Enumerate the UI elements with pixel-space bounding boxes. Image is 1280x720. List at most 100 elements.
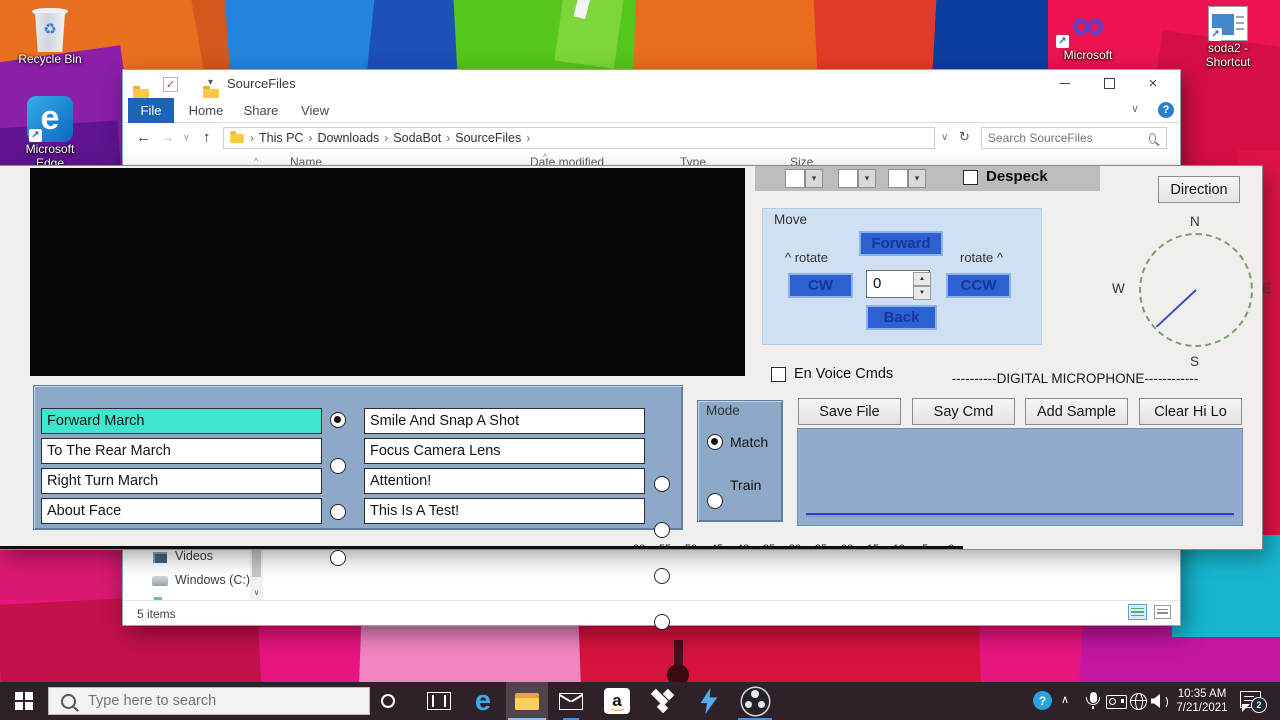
desktop-icon-microsoft[interactable]: ∞ ↗ Microsoft [1044,1,1132,62]
add-sample-button[interactable]: Add Sample [1025,398,1128,425]
action-center-icon[interactable]: 2 [1240,691,1267,713]
scrollbar-thumb[interactable] [252,549,261,577]
combo-chevron-icon[interactable]: ▾ [858,169,876,188]
search-box[interactable] [981,127,1167,149]
tab-share[interactable]: Share [237,98,285,123]
desktop-icon-label: Recycle Bin [18,52,82,66]
breadcrumb-sourcefiles[interactable]: SourceFiles [455,131,521,145]
combo-box[interactable] [838,169,858,188]
command-field[interactable]: Smile And Snap A Shot [364,408,645,434]
command-radio[interactable] [654,522,670,538]
help-icon[interactable]: ? [1158,102,1174,118]
up-icon[interactable]: ↑ [203,129,211,146]
taskbar-obs-icon[interactable] [734,682,776,720]
cw-button[interactable]: CW [788,273,853,298]
taskbar-edge-icon[interactable]: e [462,682,504,720]
taskbar-dropbox-icon[interactable] [642,682,684,720]
search-input[interactable] [982,131,1149,145]
command-field[interactable]: Focus Camera Lens [364,438,645,464]
say-cmd-button[interactable]: Say Cmd [912,398,1015,425]
tray-network-icon[interactable] [1130,693,1147,710]
wallpaper-patch [554,0,626,69]
command-field[interactable]: Forward March [41,408,322,434]
breadcrumb-downloads[interactable]: Downloads [317,131,379,145]
forward-button[interactable]: Forward [859,231,943,256]
maximize-button[interactable] [1087,70,1131,97]
qat-chevron-down-icon[interactable]: ▾ [208,77,213,88]
command-radio[interactable] [654,476,670,492]
taskbar-bolt-icon[interactable] [688,682,730,720]
combo-chevron-icon[interactable]: ▾ [805,169,823,188]
tray-chevron-up-icon[interactable]: ∧ [1061,693,1069,706]
mode-train-radio[interactable] [707,493,723,509]
save-file-button[interactable]: Save File [798,398,901,425]
qat-checkmark-icon[interactable]: ✓ [163,77,178,92]
rotate-spinner[interactable]: 0 ▲ ▼ [866,270,931,300]
tab-view[interactable]: View [293,98,337,123]
scrollbar-down-icon[interactable]: ∨ [250,585,263,599]
forward-icon[interactable]: → [160,129,175,146]
start-button[interactable] [0,682,48,720]
taskbar-search-input[interactable] [86,692,369,710]
shortcut-arrow-icon: ↗ [1209,28,1222,41]
close-button[interactable]: × [1131,70,1175,97]
combo-box[interactable] [888,169,908,188]
command-field[interactable]: To The Rear March [41,438,322,464]
search-icon [1149,132,1156,144]
ribbon-expand-chevron-icon[interactable]: ∨ [1131,102,1139,115]
mode-match-radio[interactable] [707,434,723,450]
desktop-icon-recycle-bin[interactable]: ♻ Recycle Bin [6,6,94,66]
command-field[interactable]: About Face [41,498,322,524]
address-dropdown-chevron-icon[interactable]: ∨ [941,132,948,143]
tray-volume-icon[interactable] [1151,694,1168,709]
sidebar-item-videos[interactable]: Videos [175,549,213,563]
icons-view-toggle[interactable] [1154,605,1171,619]
clear-hi-lo-button[interactable]: Clear Hi Lo [1139,398,1242,425]
spinner-up-icon[interactable]: ▲ [913,272,931,286]
sidebar-item-windows-c[interactable]: Windows (C:) [175,573,250,587]
tray-microphone-icon[interactable] [1085,692,1101,710]
en-voice-checkbox[interactable] [771,367,786,382]
desktop-icon-soda2[interactable]: ↗ soda2 - Shortcut [1184,6,1272,69]
breadcrumb[interactable]: › This PC › Downloads › SodaBot › Source… [223,127,935,149]
recent-chevron-icon[interactable]: ∨ [183,132,190,143]
combo-chevron-icon[interactable]: ▾ [908,169,926,188]
sidebar-scrollbar[interactable]: ∨ [250,549,263,599]
command-field[interactable]: Attention! [364,468,645,494]
taskbar-search[interactable] [48,687,370,715]
tab-file[interactable]: File [128,98,174,123]
command-radio[interactable] [330,412,346,428]
taskbar-explorer-icon[interactable] [506,682,548,720]
breadcrumb-sodabot[interactable]: SodaBot [393,131,441,145]
spinner-buttons[interactable]: ▲ ▼ [913,272,931,300]
despeck-checkbox[interactable] [963,170,978,185]
explorer-titlebar[interactable]: ✓ ▾ SourceFiles × [123,70,1180,100]
tray-clock[interactable]: 10:35 AM 7/21/2021 [1172,687,1232,715]
minimize-button[interactable] [1043,70,1087,97]
command-radio[interactable] [654,568,670,584]
taskbar-amazon-icon[interactable]: a [596,682,638,720]
back-icon[interactable]: ← [136,129,151,146]
refresh-icon[interactable]: ↻ [959,129,970,145]
ccw-button[interactable]: CCW [946,273,1011,298]
task-view-icon[interactable] [418,682,460,720]
command-radio[interactable] [330,504,346,520]
command-radio[interactable] [654,614,670,630]
details-view-toggle[interactable] [1128,604,1147,620]
tray-device-icon[interactable] [1106,695,1127,709]
command-field[interactable]: Right Turn March [41,468,322,494]
back-button[interactable]: Back [866,305,937,330]
combo-box[interactable] [785,169,805,188]
sort-chevron-icon[interactable]: ^ [254,156,258,166]
command-field[interactable]: This Is A Test! [364,498,645,524]
spinner-down-icon[interactable]: ▼ [913,286,931,300]
cortana-icon[interactable] [381,694,395,708]
tab-home[interactable]: Home [183,98,229,123]
desktop-icon-edge[interactable]: e ↗ Microsoft Edge [6,96,94,170]
direction-button[interactable]: Direction [1158,176,1240,203]
tray-help-icon[interactable]: ? [1033,691,1052,710]
taskbar-mail-icon[interactable] [550,682,592,720]
command-radio[interactable] [330,458,346,474]
breadcrumb-this-pc[interactable]: This PC [259,131,303,145]
command-radio[interactable] [330,550,346,566]
